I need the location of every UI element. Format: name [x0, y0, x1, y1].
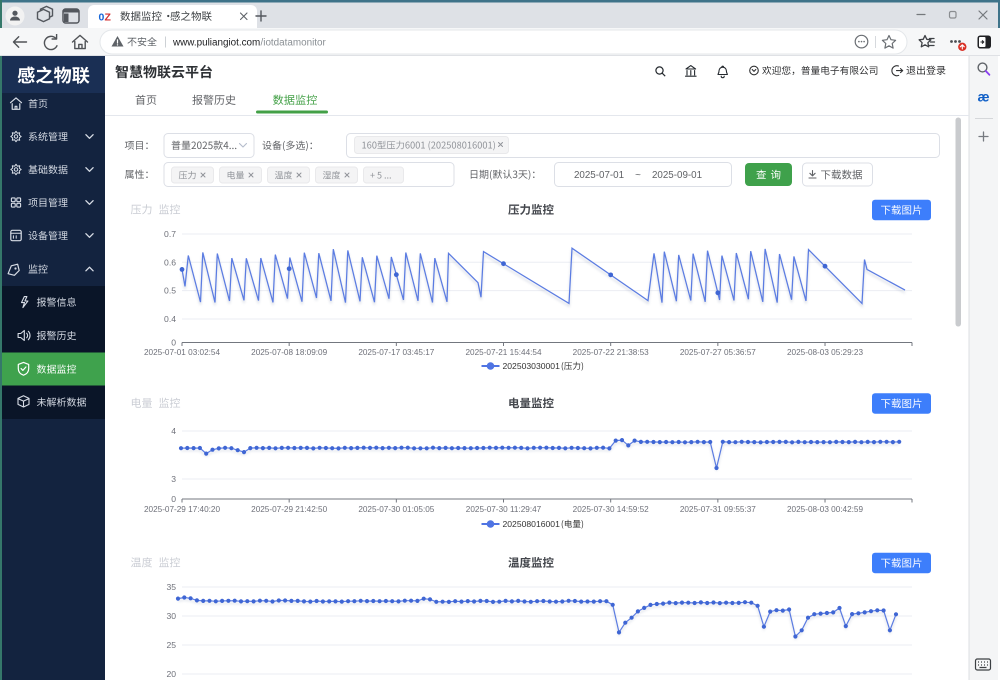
svg-text:æ: æ: [978, 90, 990, 105]
svg-text:0.7: 0.7: [164, 229, 176, 239]
svg-text:2025-07-01: 2025-07-01: [574, 170, 624, 181]
svg-text:202503030001: 202503030001: [503, 361, 561, 371]
svg-text:2025-07-27 05:36:57: 2025-07-27 05:36:57: [680, 348, 756, 357]
svg-text:2025-07-22 21:38:53: 2025-07-22 21:38:53: [573, 348, 649, 357]
svg-text:2025-08-03 05:29:23: 2025-08-03 05:29:23: [787, 348, 863, 357]
svg-text:30: 30: [166, 611, 176, 621]
svg-text:202508016001: 202508016001: [503, 519, 561, 529]
svg-text:4: 4: [171, 426, 176, 436]
svg-text:0.4: 0.4: [164, 314, 176, 324]
svg-text:35: 35: [166, 582, 176, 592]
svg-text:2025-07-29 21:42:50: 2025-07-29 21:42:50: [251, 505, 327, 514]
svg-text:www.puliangiot.com: www.puliangiot.com: [172, 38, 260, 49]
svg-text:2025-07-01 03:02:54: 2025-07-01 03:02:54: [144, 348, 220, 357]
svg-text:2025-07-08 18:09:09: 2025-07-08 18:09:09: [251, 348, 327, 357]
svg-text:2025-08-03 00:42:59: 2025-08-03 00:42:59: [787, 505, 863, 514]
svg-text:2025-09-01: 2025-09-01: [652, 170, 702, 181]
svg-text:/iotdatamonitor: /iotdatamonitor: [261, 38, 327, 49]
svg-text:~: ~: [635, 170, 641, 181]
svg-text:2025-07-21 15:44:54: 2025-07-21 15:44:54: [465, 348, 541, 357]
svg-text:2025-07-30 01:05:05: 2025-07-30 01:05:05: [358, 505, 434, 514]
svg-text:20: 20: [166, 669, 176, 679]
svg-text:2025-07-30 11:29:47: 2025-07-30 11:29:47: [466, 505, 542, 514]
svg-text:0.6: 0.6: [164, 257, 176, 267]
svg-text:2025-07-29 17:40:20: 2025-07-29 17:40:20: [144, 505, 220, 514]
svg-text:25: 25: [166, 640, 176, 650]
svg-text:0.5: 0.5: [164, 286, 176, 296]
svg-text:2025-07-30 14:59:52: 2025-07-30 14:59:52: [573, 505, 649, 514]
svg-text:2025-07-17 03:45:17: 2025-07-17 03:45:17: [358, 348, 434, 357]
svg-text:3: 3: [171, 474, 176, 484]
svg-text:2025-07-31 09:55:37: 2025-07-31 09:55:37: [680, 505, 756, 514]
svg-text:Z: Z: [105, 11, 112, 23]
svg-text:0: 0: [171, 494, 176, 504]
svg-text:0: 0: [171, 338, 176, 348]
